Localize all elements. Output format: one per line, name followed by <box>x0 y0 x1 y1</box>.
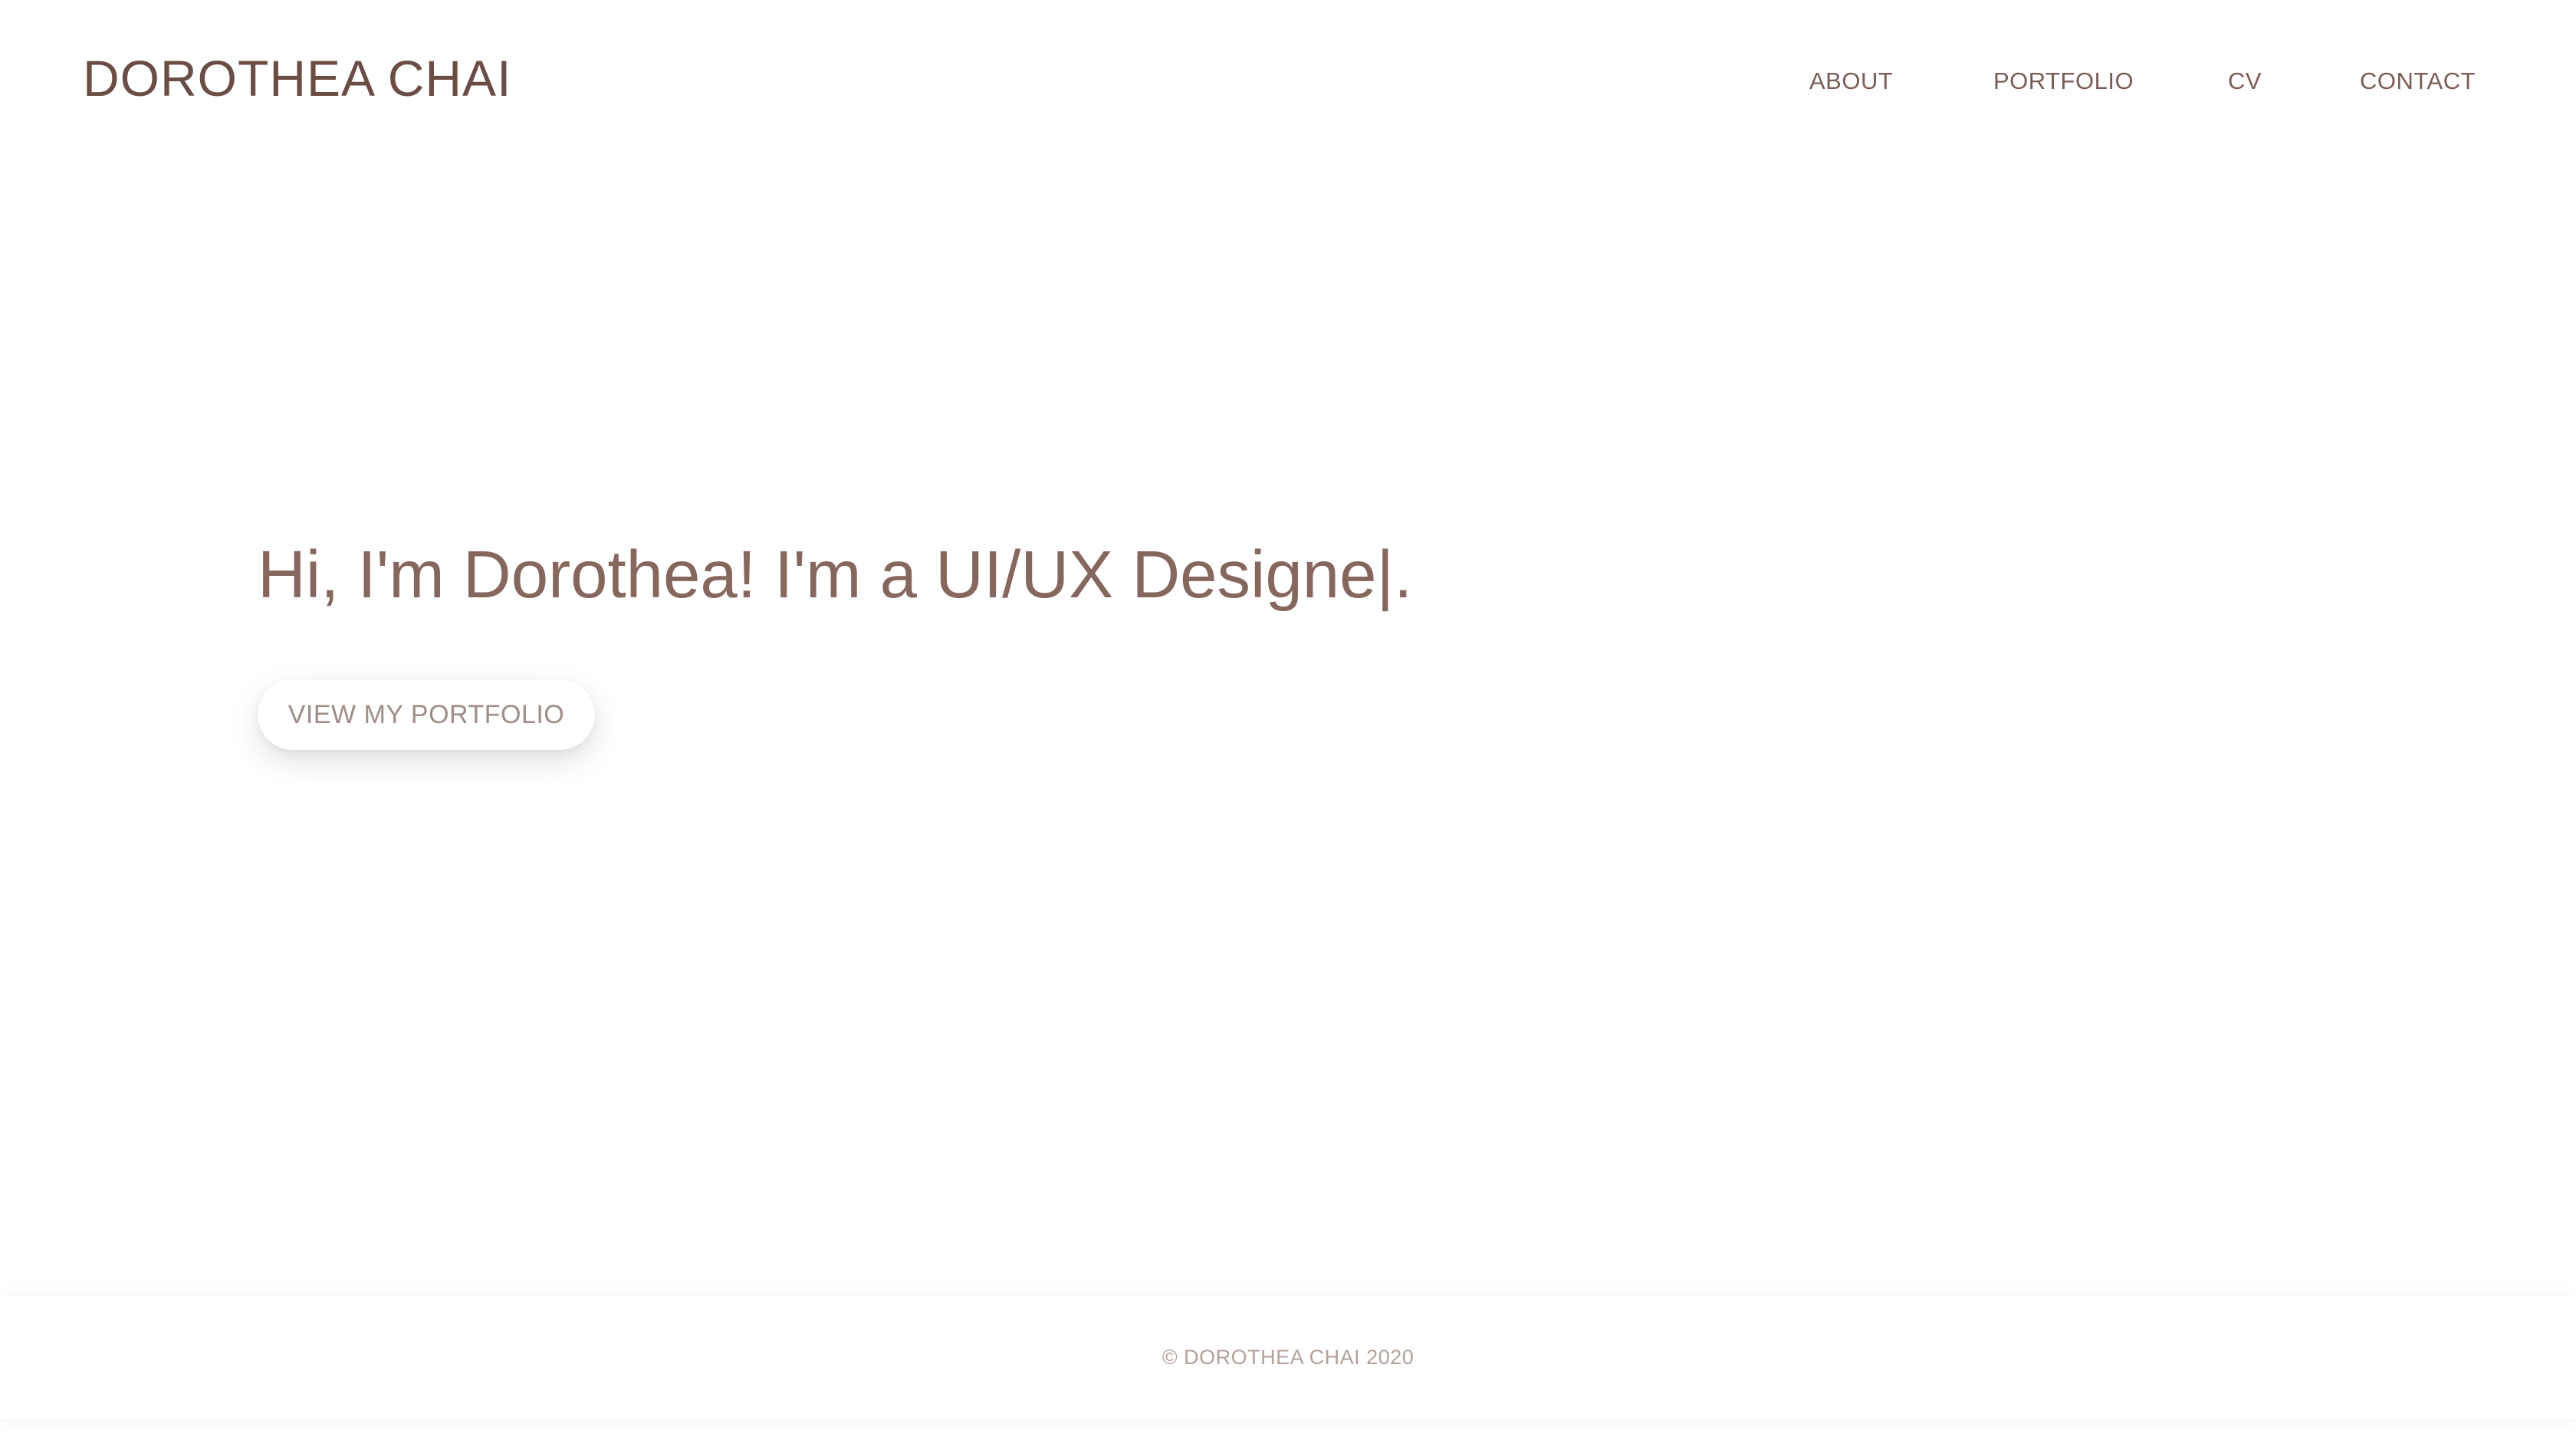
nav-link-contact[interactable]: CONTACT <box>2360 64 2476 98</box>
nav-link-about[interactable]: ABOUT <box>1809 64 1893 98</box>
site-footer: © DOROTHEA CHAI 2020 <box>0 1296 2576 1419</box>
site-header: DOROTHEA CHAI ABOUT PORTFOLIO CV CONTACT <box>0 0 2576 161</box>
footer-copyright: © DOROTHEA CHAI 2020 <box>1162 1345 1414 1369</box>
hero-section: Hi, I'm Dorothea! I'm a UI/UX Designe|. <box>258 529 2328 621</box>
nav-link-cv[interactable]: CV <box>2228 64 2262 98</box>
site-logo[interactable]: DOROTHEA CHAI <box>83 48 511 109</box>
hero-title: Hi, I'm Dorothea! I'm a UI/UX Designe|. <box>258 538 1413 612</box>
nav-link-portfolio[interactable]: PORTFOLIO <box>1993 64 2134 98</box>
view-portfolio-button[interactable]: VIEW MY PORTFOLIO <box>258 679 595 750</box>
